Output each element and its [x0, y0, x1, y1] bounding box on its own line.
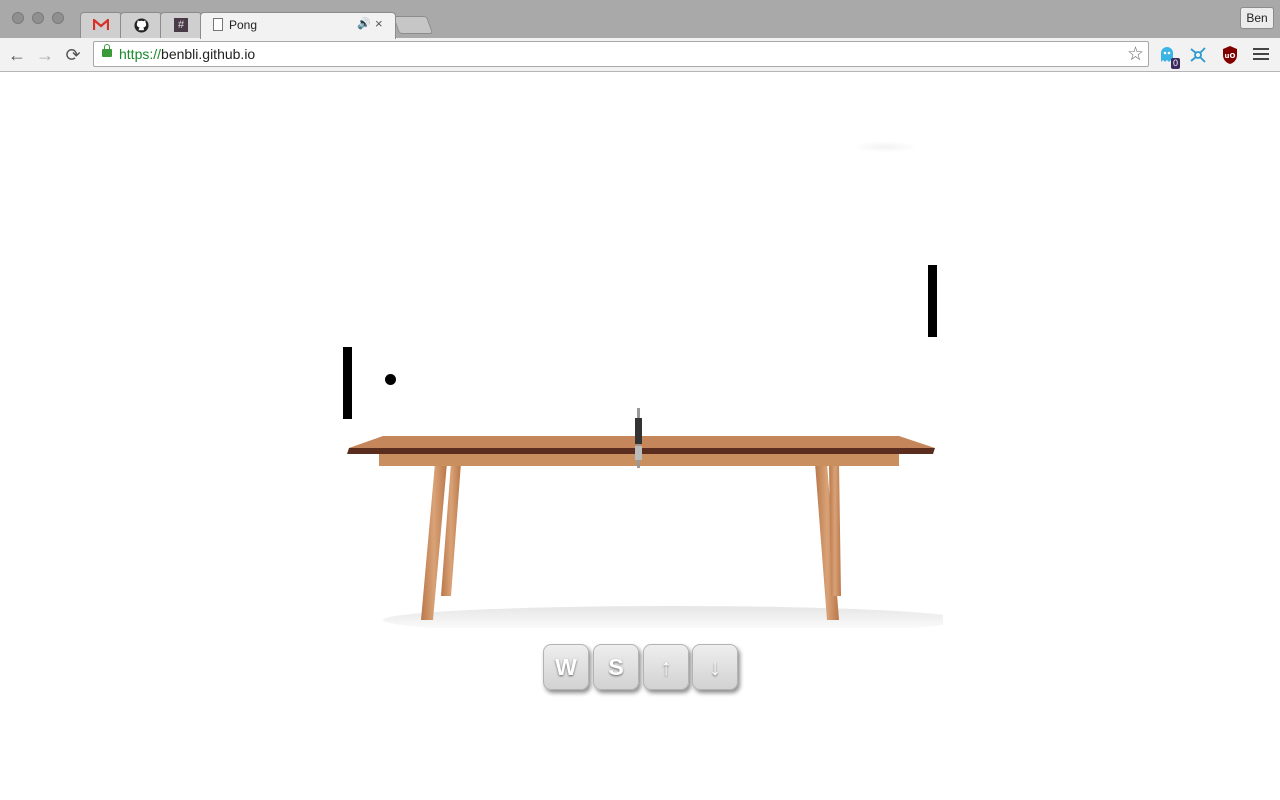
key-s-button[interactable]: S [593, 644, 639, 690]
bookmark-star-icon[interactable]: ☆ [1127, 43, 1144, 66]
new-tab-button[interactable] [392, 16, 434, 34]
github-icon [133, 17, 149, 33]
tab-github[interactable] [120, 12, 162, 38]
network-icon[interactable] [1187, 44, 1209, 66]
tab-slack[interactable]: # [160, 12, 202, 38]
url-scheme: https:// [119, 46, 162, 62]
pong-ball [385, 374, 396, 385]
minimize-window-button[interactable] [32, 12, 44, 24]
left-paddle [343, 347, 352, 419]
browser-toolbar: ← → ⟳ https://benbli.github.io ☆ 0 uO [0, 38, 1280, 72]
right-paddle [928, 265, 937, 337]
close-tab-button[interactable]: × [375, 16, 383, 31]
url-host: benbli.github.io [161, 46, 256, 62]
tab-gmail[interactable] [80, 12, 122, 38]
lock-icon [102, 44, 112, 57]
svg-text:uO: uO [1225, 52, 1236, 60]
ping-pong-table [347, 408, 943, 628]
address-bar[interactable]: https://benbli.github.io ☆ [93, 41, 1149, 67]
key-up-arrow-button[interactable]: ↑ [643, 644, 689, 690]
audio-playing-icon[interactable]: 🔊 [357, 17, 371, 30]
tab-pong[interactable]: Pong 🔊 × [200, 12, 396, 39]
ublock-icon[interactable]: uO [1219, 44, 1241, 66]
chrome-menu-icon[interactable] [1253, 46, 1269, 62]
key-w-button[interactable]: W [543, 644, 589, 690]
close-window-button[interactable] [12, 12, 24, 24]
ghostery-count-badge: 0 [1170, 58, 1180, 69]
slack-hash-icon: # [173, 17, 189, 33]
tab-title: Pong [229, 18, 258, 32]
gmail-icon [93, 17, 109, 33]
reload-button[interactable]: ⟳ [62, 44, 84, 66]
forward-button[interactable]: → [34, 44, 56, 66]
ghostery-icon[interactable]: 0 [1156, 44, 1180, 69]
faint-smudge [855, 142, 915, 152]
control-keys: W S ↑ ↓ [543, 644, 743, 692]
pong-stage: W S ↑ ↓ [0, 72, 1280, 800]
title-bar: # Pong 🔊 × Ben [0, 0, 1280, 39]
page-icon [213, 18, 223, 31]
back-button[interactable]: ← [6, 44, 28, 66]
zoom-window-button[interactable] [52, 12, 64, 24]
url-text[interactable]: https://benbli.github.io [119, 46, 255, 62]
profile-button[interactable]: Ben [1240, 7, 1274, 29]
key-down-arrow-button[interactable]: ↓ [692, 644, 738, 690]
